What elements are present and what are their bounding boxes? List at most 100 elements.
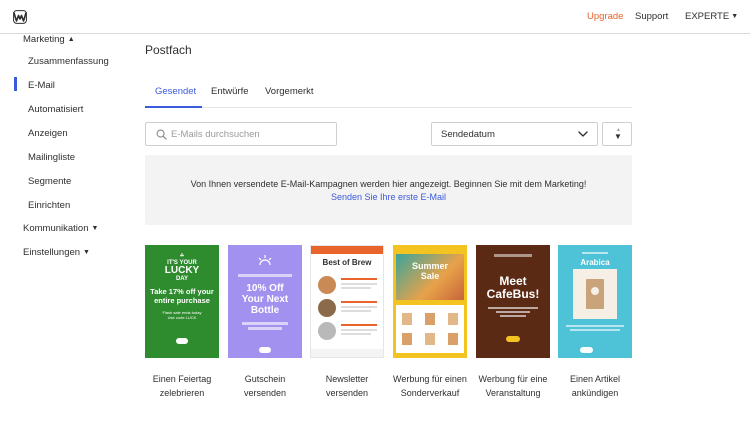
thumb-line — [488, 307, 538, 309]
sidebar-item-einrichten[interactable]: Einrichten — [28, 200, 70, 211]
sidebar-item-zusammenfassung[interactable]: Zusammenfassung — [28, 56, 109, 67]
thumb-button — [506, 336, 520, 342]
active-tab-underline — [145, 106, 202, 108]
sort-desc-icon: ▼ — [614, 132, 622, 141]
thumb-text: Summer — [411, 261, 448, 271]
sort-select[interactable]: Sendedatum — [431, 122, 598, 146]
template-thumbnail-summer-sale[interactable]: Summer Sale — [393, 245, 467, 358]
template-label-line: Werbung für einen — [393, 374, 467, 384]
template-label-line: zelebrieren — [159, 388, 205, 398]
thumb-line — [341, 306, 377, 308]
thumb-text: Bottle — [250, 305, 280, 316]
support-link[interactable]: Support — [635, 11, 668, 22]
thumb-header-bar — [311, 246, 383, 254]
sidebar-item-anzeigen[interactable]: Anzeigen — [28, 128, 68, 139]
template-thumbnail-holiday[interactable]: ☘ IT'S YOUR LUCKY DAY Take 17% off your … — [145, 245, 219, 358]
search-icon — [156, 129, 167, 140]
sidebar-item-mailingliste[interactable]: Mailingliste — [28, 152, 75, 163]
sidebar-section-kommunikation[interactable]: Kommunikation ▼ — [23, 223, 98, 234]
tab-gesendet[interactable]: Gesendet — [155, 86, 196, 97]
thumb-line — [341, 287, 371, 289]
thumb-product-grid — [396, 305, 464, 353]
tab-entwuerfe[interactable]: Entwürfe — [211, 86, 249, 97]
thumb-photo — [318, 322, 336, 340]
thumb-text: DAY — [175, 276, 189, 282]
sidebar: Marketing ▲ Zusammenfassung E-Mail Automa… — [0, 34, 130, 422]
thumb-line — [341, 329, 377, 331]
thumb-line — [494, 254, 532, 257]
sidebar-section-einstellungen[interactable]: Einstellungen ▼ — [23, 247, 90, 258]
sidebar-section-label: Einstellungen — [23, 247, 81, 258]
thumb-text: Use code LUCK — [167, 315, 197, 320]
tab-bar: Gesendet Entwürfe Vorgemerkt — [145, 82, 632, 108]
thumb-line — [500, 315, 526, 317]
chevron-down-icon: ▼ — [731, 13, 739, 20]
thumb-text: Best of Brew — [322, 258, 372, 267]
empty-state-message: Von Ihnen versendete E-Mail-Kampagnen we… — [190, 179, 587, 189]
thumb-line — [570, 329, 620, 331]
thumb-photo — [318, 276, 336, 294]
thumb-footer — [311, 349, 383, 357]
sidebar-item-email[interactable]: E-Mail — [28, 80, 55, 91]
thumb-line — [238, 274, 292, 277]
send-first-email-link[interactable]: Senden Sie Ihre erste E-Mail — [145, 192, 632, 202]
thumb-product — [425, 333, 435, 345]
chevron-down-icon: ▼ — [91, 225, 99, 232]
thumb-photo — [573, 269, 617, 319]
template-label-line: Werbung für eine — [478, 374, 548, 384]
thumb-product — [448, 313, 458, 325]
thumb-text: CafeBus! — [486, 287, 540, 301]
sun-icon — [258, 255, 272, 266]
search-box[interactable] — [145, 122, 337, 146]
sort-direction-button[interactable]: ▲ ▼ — [602, 122, 632, 146]
upgrade-link[interactable]: Upgrade — [587, 11, 623, 22]
template-label-line: Sonderverkauf — [400, 388, 460, 398]
thumb-line — [341, 283, 377, 285]
template-label[interactable]: Einen Artikel ankündigen — [545, 372, 645, 400]
thumb-line — [341, 333, 371, 335]
thumb-text: Take 17% off your entire purchase — [150, 287, 214, 305]
thumb-line — [242, 322, 288, 325]
sidebar-section-marketing[interactable]: Marketing ▲ — [23, 34, 75, 45]
sidebar-section-label: Marketing — [23, 34, 65, 45]
thumb-line — [566, 325, 624, 327]
thumb-line — [341, 301, 377, 303]
template-label-line: Einen Feiertag — [152, 374, 212, 384]
thumb-line — [248, 327, 282, 330]
search-input[interactable] — [171, 126, 331, 142]
template-thumbnail-article[interactable]: Arabica — [558, 245, 632, 358]
sidebar-item-segmente[interactable]: Segmente — [28, 176, 71, 187]
thumb-text: Your Next — [241, 294, 289, 305]
template-thumbnail-event[interactable]: Meet CafeBus! — [476, 245, 550, 358]
thumb-line — [582, 252, 608, 254]
thumb-button — [580, 347, 593, 353]
template-label-line: Einen Artikel — [569, 374, 621, 384]
template-label-line: ankündigen — [571, 388, 619, 398]
chevron-down-icon: ▼ — [83, 249, 90, 256]
thumb-line — [496, 311, 530, 313]
thumb-product — [402, 333, 412, 345]
empty-state: Von Ihnen versendete E-Mail-Kampagnen we… — [145, 155, 632, 225]
weebly-logo-icon[interactable] — [13, 10, 27, 24]
account-label: EXPERTE — [685, 11, 730, 22]
tab-vorgemerkt[interactable]: Vorgemerkt — [265, 86, 314, 97]
thumb-text: Arabica — [580, 258, 610, 267]
sort-selected-value: Sendedatum — [441, 129, 495, 140]
thumb-text: Sale — [420, 271, 440, 281]
top-bar: Upgrade Support EXPERTE ▼ — [0, 0, 750, 34]
template-thumbnail-coupon[interactable]: 10% Off Your Next Bottle — [228, 245, 302, 358]
active-indicator — [14, 77, 17, 91]
template-label-line: Newsletter — [325, 374, 369, 384]
thumb-line — [341, 310, 371, 312]
account-menu[interactable]: EXPERTE ▼ — [685, 11, 738, 22]
thumb-product — [425, 313, 435, 325]
chevron-up-icon: ▲ — [67, 36, 75, 43]
thumb-line — [341, 278, 377, 280]
template-thumbnail-newsletter[interactable]: Best of Brew — [310, 245, 384, 358]
thumb-text: LUCKY — [164, 265, 200, 276]
thumb-line — [341, 324, 377, 326]
thumb-photo — [318, 299, 336, 317]
sidebar-item-automatisiert[interactable]: Automatisiert — [28, 104, 83, 115]
template-label-line: versenden — [243, 388, 287, 398]
thumb-button — [176, 338, 188, 344]
